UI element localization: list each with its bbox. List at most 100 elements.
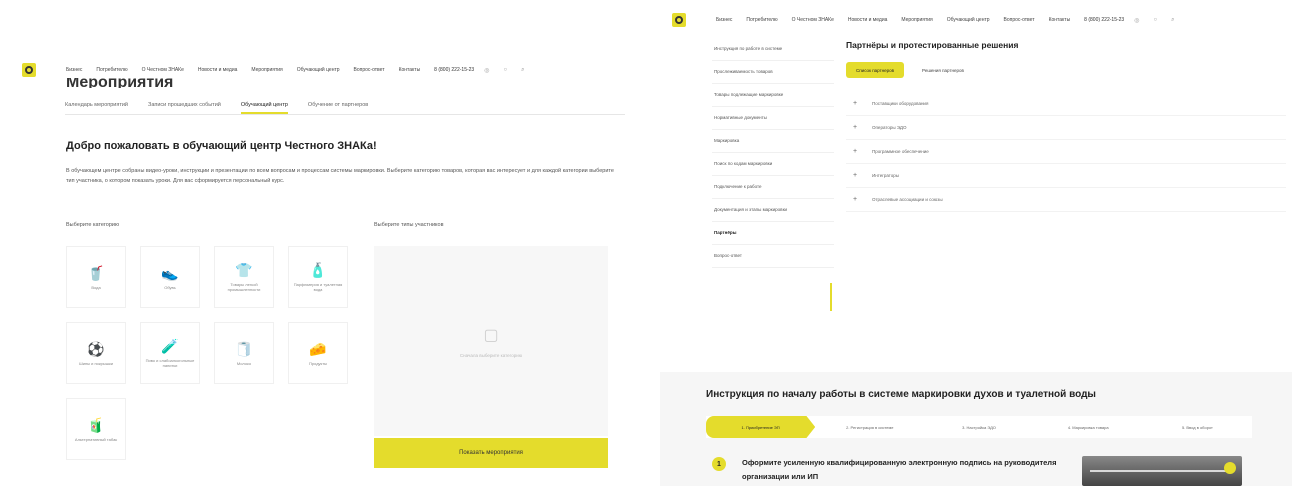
category-card-tires[interactable]: ⚽ Шины и покрышки <box>66 322 126 384</box>
nav-item-business[interactable]: Бизнес <box>66 67 82 73</box>
category-card-milk[interactable]: 🧻 Молоко <box>214 322 274 384</box>
search-icon[interactable]: ⌕ <box>1171 17 1174 24</box>
nav-item-news[interactable]: Новости и медиа <box>198 67 238 73</box>
nav-item-events[interactable]: Мероприятия <box>251 67 282 73</box>
sidebar-item-documentation[interactable]: Документация и этапы маркировки <box>712 199 834 222</box>
nav-item-faq[interactable]: Вопрос-ответ <box>354 67 385 73</box>
category-card-beer[interactable]: 🧪 Пиво и слабоалкогольные напитки <box>140 322 200 384</box>
nav-item-about[interactable]: О Честном ЗНАКе <box>142 67 184 73</box>
nav-item-business[interactable]: Бизнес <box>716 17 732 23</box>
category-name: Товары легкой промышленности <box>227 282 261 292</box>
plus-icon: + <box>852 100 858 107</box>
plus-icon: + <box>852 196 858 203</box>
user-icon[interactable]: ○ <box>1153 17 1157 24</box>
sidebar-item-marking[interactable]: Маркировка <box>712 130 834 153</box>
sidebar-item-partners[interactable]: Партнёры <box>712 222 834 245</box>
empty-state-icon: ▢ <box>483 326 499 344</box>
video-thumbnail[interactable] <box>1082 456 1242 486</box>
nav-item-about[interactable]: О Честном ЗНАКе <box>792 17 834 23</box>
logo-icon[interactable] <box>22 63 36 77</box>
video-progress-line <box>1090 470 1234 472</box>
sidebar-item-regulations[interactable]: Нормативные документы <box>712 107 834 130</box>
plus-icon: + <box>852 172 858 179</box>
top-navigation: Бизнес Потребителю О Честном ЗНАКе Новос… <box>22 62 650 78</box>
category-grid: 🥤 Вода 👟 Обувь 👕 Товары легкой промышленнос… <box>66 246 356 460</box>
step-tab-2[interactable]: 2. Регистрация в системе <box>815 416 924 438</box>
step-tab-5[interactable]: 5. Ввод в оборот <box>1143 416 1252 438</box>
nav-item-news[interactable]: Новости и медиа <box>848 17 888 23</box>
tire-icon: ⚽ <box>87 340 105 357</box>
nav-item-faq[interactable]: Вопрос-ответ <box>1004 17 1035 23</box>
tab-partner-solutions[interactable]: Решения партнеров <box>912 62 974 78</box>
sidebar-item-traceability[interactable]: Прослеживаемость товаров <box>712 61 834 84</box>
plus-icon: + <box>852 148 858 155</box>
logo-icon[interactable] <box>672 13 686 27</box>
tab-learning-center[interactable]: Обучающий центр <box>240 97 288 114</box>
partner-tabs: Список партнеров Решения партнеров <box>846 62 974 78</box>
tab-recordings[interactable]: Записи прошедших событий <box>148 97 221 114</box>
category-name: Молоко <box>236 360 252 366</box>
plus-icon: + <box>852 124 858 131</box>
category-name: Альтернативный табак <box>74 436 118 442</box>
category-card-products[interactable]: 🧀 Продукты <box>288 322 348 384</box>
sidebar-item-connection[interactable]: Подключение к работе <box>712 176 834 199</box>
tab-calendar[interactable]: Календарь мероприятий <box>65 97 128 114</box>
events-subtabs: Календарь мероприятий Записи прошедших с… <box>65 97 625 115</box>
user-icon[interactable]: ○ <box>503 67 507 74</box>
phone-number[interactable]: 8 (800) 222-15-23 <box>1084 17 1124 23</box>
nav-item-consumer[interactable]: Потребителю <box>96 67 127 73</box>
nav-item-contacts[interactable]: Контакты <box>399 67 421 73</box>
tab-partner-training[interactable]: Обучение от партнеров <box>308 97 368 114</box>
category-card-water[interactable]: 🥤 Вода <box>66 246 126 308</box>
accordion-item-equipment[interactable]: + Поставщики оборудования <box>846 92 1286 116</box>
participant-types-panel: ▢ Сначала выберите категорию <box>374 246 608 436</box>
nav-item-learning[interactable]: Обучающий центр <box>947 17 990 23</box>
participant-types-label: Выберите типы участников <box>374 222 444 228</box>
bottle-icon: 🥤 <box>87 264 105 281</box>
category-card-alt-tobacco[interactable]: 🧃 Альтернативный табак <box>66 398 126 460</box>
shirt-icon: 👕 <box>235 262 253 278</box>
sidebar-item-instruction[interactable]: Инструкция по работе в системе <box>712 38 834 61</box>
eye-icon[interactable]: ◎ <box>1134 17 1139 24</box>
category-name: Пиво и слабоалкогольные напитки <box>145 358 195 368</box>
sidebar-item-faq[interactable]: Вопрос-ответ <box>712 245 834 268</box>
accordion-item-edo[interactable]: + Операторы ЭДО <box>846 116 1286 140</box>
phone-number[interactable]: 8 (800) 222-15-23 <box>434 67 474 73</box>
instruction-title: Инструкция по началу работы в системе ма… <box>706 389 1096 400</box>
category-card-shoes[interactable]: 👟 Обувь <box>140 246 200 308</box>
milk-icon: 🧻 <box>235 340 253 357</box>
accordion-label: Программное обеспечение <box>872 149 929 154</box>
welcome-title: Добро пожаловать в обучающий центр Честн… <box>66 140 377 152</box>
nav-item-contacts[interactable]: Контакты <box>1049 17 1071 23</box>
food-icon: 🧀 <box>309 340 327 357</box>
show-events-button[interactable]: Показать мероприятия <box>374 438 608 468</box>
category-card-light-industry[interactable]: 👕 Товары легкой промышленности <box>214 246 274 308</box>
search-icon[interactable]: ⌕ <box>521 67 524 74</box>
shoe-icon: 👟 <box>161 264 179 281</box>
intro-text: В обучающем центре собраны видео-уроки, … <box>66 168 614 184</box>
tab-partner-list[interactable]: Список партнеров <box>846 62 905 78</box>
category-card-perfume[interactable]: 🧴 Парфюмерия и туалетная вода <box>288 246 348 308</box>
eye-icon[interactable]: ◎ <box>484 67 489 74</box>
screenshot-collage: Бизнес Потребителю О Честном ЗНАКе Новос… <box>0 0 1292 486</box>
nav-item-consumer[interactable]: Потребителю <box>746 17 777 23</box>
accordion-label: Отраслевые ассоциации и союзы <box>872 197 943 202</box>
learning-center-screen: Бизнес Потребителю О Честном ЗНАКе Новос… <box>10 0 650 486</box>
sidebar-item-goods[interactable]: Товары подлежащие маркировке <box>712 84 834 107</box>
nav-item-events[interactable]: Мероприятия <box>901 17 932 23</box>
accordion-item-integrators[interactable]: + Интеграторы <box>846 164 1286 188</box>
nav-item-learning[interactable]: Обучающий центр <box>297 67 340 73</box>
step-tab-4[interactable]: 4. Маркировка товара <box>1034 416 1143 438</box>
top-navigation: Бизнес Потребителю О Честном ЗНАКе Новос… <box>672 12 1292 28</box>
category-name: Обувь <box>164 284 176 290</box>
active-sidebar-indicator <box>830 283 832 311</box>
step-tab-1[interactable]: 1. Приобретение ЭП <box>706 416 816 438</box>
accordion-item-software[interactable]: + Программное обеспечение <box>846 140 1286 164</box>
step-tab-3[interactable]: 3. Настройка ЭДО <box>924 416 1033 438</box>
types-placeholder: Сначала выберите категорию <box>459 352 523 358</box>
play-icon[interactable] <box>1224 462 1236 474</box>
sidebar-item-code-search[interactable]: Поиск по кодам маркировки <box>712 153 834 176</box>
accordion-item-associations[interactable]: + Отраслевые ассоциации и союзы <box>846 188 1286 212</box>
accordion-label: Поставщики оборудования <box>872 101 929 106</box>
category-name: Шины и покрышки <box>79 360 113 366</box>
